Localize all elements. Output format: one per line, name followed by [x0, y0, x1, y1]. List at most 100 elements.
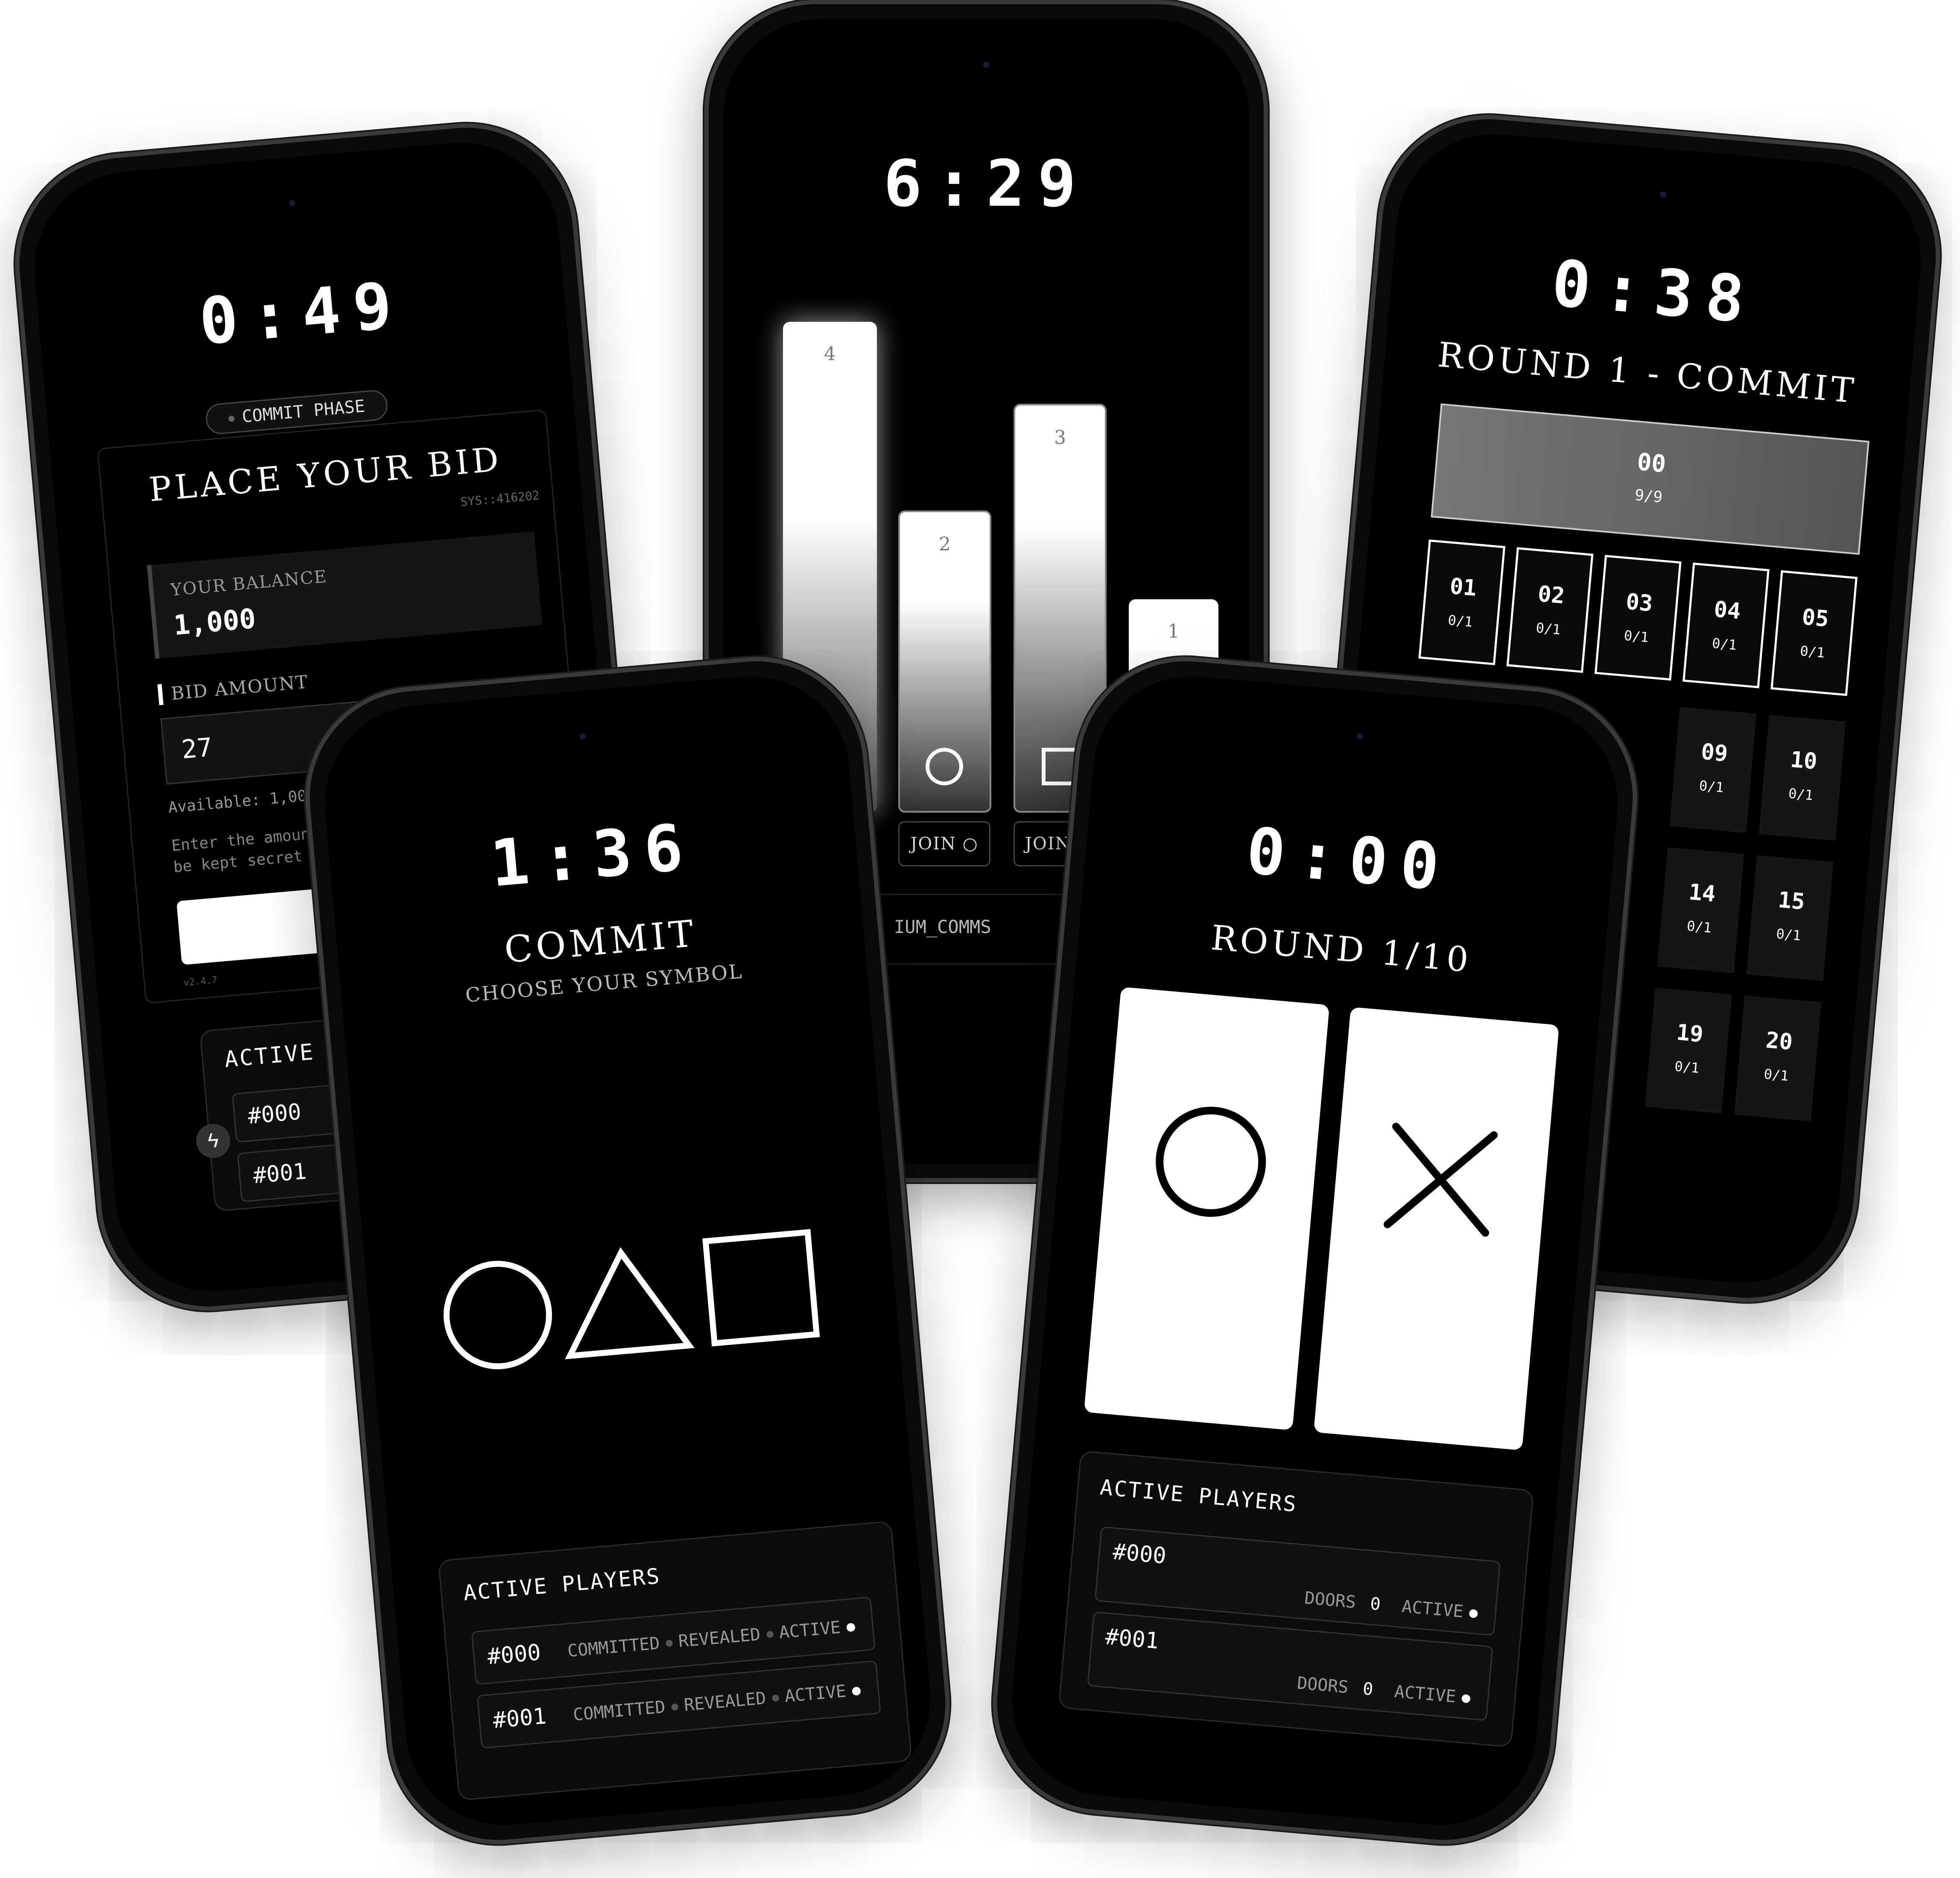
door-number: 15 [1777, 887, 1806, 915]
door-count: 0/1 [1698, 777, 1725, 796]
dynamic-island [509, 714, 657, 766]
phone-doors-screen: 0:00 ROUND 1/10 ACTIVE PLAYERS #000 DOOR… [1004, 668, 1626, 1833]
circle-symbol-icon[interactable] [442, 1260, 553, 1371]
dynamic-island [914, 49, 1059, 87]
door-cell[interactable]: 19 0/1 [1645, 988, 1732, 1114]
door-count: 0/1 [1535, 619, 1562, 638]
door-cell[interactable]: 15 0/1 [1746, 855, 1834, 981]
triangle-symbol-icon[interactable] [561, 1247, 695, 1359]
phone-symbol-screen: 1:36 COMMIT CHOOSE YOUR SYMBOL ACTIVE PL… [316, 668, 939, 1833]
camera-icon [983, 61, 989, 67]
symbol-choices [432, 1218, 835, 1380]
door-number: 02 [1536, 581, 1566, 609]
separator-dot-icon [671, 1703, 679, 1711]
player-status: COMMITTED REVEALED ACTIVE [572, 1680, 861, 1725]
door-cell[interactable]: 05 0/1 [1770, 570, 1858, 696]
bar-label: 2 [939, 534, 951, 555]
door-count: 0/1 [1788, 785, 1814, 804]
doors-count: 0 [1362, 1679, 1374, 1700]
phone-doors: 0:00 ROUND 1/10 ACTIVE PLAYERS #000 DOOR… [983, 647, 1647, 1854]
committed-label: COMMITTED [572, 1697, 666, 1725]
door-card-circle[interactable] [1084, 987, 1330, 1430]
countdown-timer: 6:29 [883, 147, 1089, 221]
circle-icon [926, 748, 963, 785]
phone-symbol: 1:36 COMMIT CHOOSE YOUR SYMBOL ACTIVE PL… [296, 647, 959, 1854]
balance-box: YOUR BALANCE 1,000 [147, 531, 543, 659]
committed-label: COMMITTED [567, 1633, 661, 1661]
player-id: #001 [252, 1158, 308, 1189]
x-door-icon [1383, 1123, 1498, 1237]
door-number: 09 [1700, 739, 1729, 767]
door-cell[interactable]: 01 0/1 [1418, 539, 1506, 665]
door-number: 04 [1713, 596, 1742, 625]
door-number: 01 [1449, 573, 1478, 601]
separator-dot-icon [766, 1630, 774, 1639]
doors-count: 0 [1369, 1594, 1382, 1615]
door-cell[interactable]: 02 0/1 [1506, 547, 1594, 673]
version-label: v2.4.7 [183, 974, 218, 989]
active-dot-icon [846, 1622, 856, 1632]
countdown-timer: 0:49 [196, 267, 408, 360]
active-players-panel: ACTIVE PLAYERS #000 DOORS 0 ACTIVE #001 … [1058, 1450, 1534, 1748]
square-symbol-icon[interactable] [702, 1229, 820, 1347]
separator-dot-icon [665, 1639, 673, 1647]
door-grid-row-1: 01 0/1 02 0/1 03 0/1 04 0/1 05 0/1 [1418, 539, 1858, 696]
door-card-x[interactable] [1313, 1007, 1560, 1451]
revealed-label: REVEALED [678, 1624, 762, 1652]
door-number: 19 [1675, 1019, 1705, 1048]
status-label: ACTIVE [1393, 1682, 1457, 1707]
available-text: Available: 1,000 [167, 786, 317, 817]
door-count: 0/1 [1763, 1066, 1790, 1085]
page-title: ROUND 1/10 [1209, 918, 1473, 980]
join-circle-label: JOIN ○ [910, 834, 979, 854]
vote-bar[interactable]: 2 [898, 510, 991, 813]
bid-label: BID AMOUNT [157, 671, 310, 706]
door-cell[interactable]: 09 0/1 [1669, 707, 1757, 833]
symbol-choices-svg [442, 1229, 820, 1371]
player-id: #000 [247, 1099, 303, 1129]
door-cell[interactable]: 04 0/1 [1683, 562, 1770, 688]
door-count: 0/1 [1623, 627, 1650, 646]
doors-label: DOORS [1296, 1673, 1350, 1697]
comms-label: IUM_COMMS [894, 916, 991, 937]
door-number: 05 [1801, 604, 1830, 633]
door-count: 0/1 [1799, 642, 1826, 661]
countdown-timer: 1:36 [487, 809, 699, 902]
join-circle-button[interactable]: JOIN ○ [898, 821, 990, 866]
balance-label: YOUR BALANCE [169, 566, 328, 600]
dynamic-island [1285, 714, 1434, 766]
door-cell[interactable]: 03 0/1 [1594, 554, 1682, 681]
bid-amount-value: 27 [180, 732, 214, 765]
bar-label: 3 [1054, 427, 1066, 449]
player-id: #000 [486, 1639, 542, 1670]
player-id: #001 [1104, 1624, 1160, 1654]
phase-badge-label: COMMIT PHASE [241, 396, 366, 427]
active-dot-icon [852, 1686, 861, 1696]
player-id: #001 [492, 1703, 548, 1734]
door-count: 0/1 [1686, 918, 1712, 936]
door-cell[interactable]: 10 0/1 [1758, 714, 1846, 841]
door-count: 0/1 [1674, 1058, 1700, 1076]
status-dot-icon [228, 415, 235, 422]
door-count: 0/1 [1447, 612, 1473, 630]
door-number: 14 [1688, 879, 1717, 907]
door-number: 03 [1624, 589, 1654, 617]
player-status: DOORS 0 ACTIVE [1304, 1588, 1479, 1623]
player-status: COMMITTED REVEALED ACTIVE [567, 1616, 856, 1661]
doors-label: DOORS [1303, 1588, 1357, 1613]
active-dot-icon [1461, 1694, 1471, 1703]
door-cell[interactable]: 20 0/1 [1734, 995, 1821, 1122]
players-title: ACTIVE PLAYERS [462, 1563, 662, 1606]
status-label: ACTIVE [783, 1681, 847, 1706]
door-cell[interactable]: 14 0/1 [1657, 847, 1744, 973]
players-title: ACTIVE PLAYERS [1099, 1475, 1298, 1517]
sys-id: SYS::416202 [460, 488, 540, 509]
bar-label: 4 [824, 343, 836, 365]
player-id: #000 [1112, 1539, 1168, 1569]
balance-value: 1,000 [172, 603, 257, 642]
separator-dot-icon [771, 1694, 779, 1702]
active-dot-icon [1469, 1609, 1478, 1618]
door-count: 0/1 [1775, 925, 1802, 944]
countdown-timer: 0:00 [1243, 814, 1455, 906]
active-players-panel: ACTIVE PLAYERS #000 COMMITTED REVEALED ACT… [438, 1520, 912, 1801]
